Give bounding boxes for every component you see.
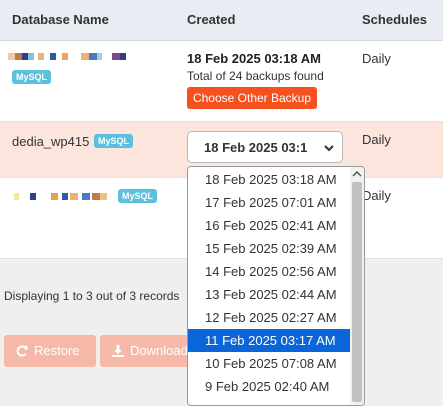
dropdown-option[interactable]: 13 Feb 2025 02:44 AM: [188, 283, 350, 306]
restore-button[interactable]: Restore: [4, 335, 96, 367]
scrollbar-thumb[interactable]: [352, 182, 362, 402]
schedule-value: Daily: [362, 51, 391, 66]
dropdown-option[interactable]: 14 Feb 2025 02:56 AM: [188, 260, 350, 283]
table-row: MySQL 18 Feb 2025 03:18 AM Total of 24 b…: [0, 41, 443, 122]
dropdown-option[interactable]: 17 Feb 2025 07:01 AM: [188, 191, 350, 214]
dropdown-option-highlighted[interactable]: 11 Feb 2025 03:17 AM: [188, 329, 350, 352]
schedule-value: Daily: [362, 188, 391, 203]
backup-dropdown-list[interactable]: 18 Feb 2025 03:18 AM 17 Feb 2025 07:01 A…: [187, 166, 365, 406]
dropdown-option[interactable]: 16 Feb 2025 02:41 AM: [188, 214, 350, 237]
mysql-badge: MySQL: [94, 134, 134, 148]
download-label: Download: [130, 343, 188, 358]
dropdown-option[interactable]: 12 Feb 2025 02:27 AM: [188, 306, 350, 329]
dropdown-option[interactable]: 15 Feb 2025 02:39 AM: [188, 237, 350, 260]
dropdown-option[interactable]: 9 Feb 2025 02:40 AM: [188, 375, 350, 398]
download-button[interactable]: Download: [100, 335, 200, 367]
table-header: Database Name Created Schedules: [0, 0, 443, 41]
backup-count: Total of 24 backups found: [187, 69, 324, 83]
column-header-created: Created: [187, 12, 236, 27]
dropdown-option[interactable]: 10 Feb 2025 07:08 AM: [188, 352, 350, 375]
refresh-icon: [16, 345, 28, 357]
choose-other-backup-button[interactable]: Choose Other Backup: [187, 87, 317, 109]
mysql-badge: MySQL: [12, 70, 52, 84]
records-summary: Displaying 1 to 3 out of 3 records: [4, 289, 180, 303]
dropdown-option[interactable]: 18 Feb 2025 03:18 AM: [188, 168, 350, 191]
backup-select-value: 18 Feb 2025 03:1: [204, 140, 308, 155]
db-name: dedia_wp415: [12, 134, 90, 149]
restore-label: Restore: [34, 343, 80, 358]
chevron-down-icon: [324, 145, 334, 152]
schedule-value: Daily: [362, 132, 391, 147]
backup-select[interactable]: 18 Feb 2025 03:1: [187, 131, 343, 163]
column-header-schedules: Schedules: [362, 12, 428, 27]
mysql-badge: MySQL: [118, 189, 158, 203]
download-icon: [112, 345, 124, 357]
created-date: 18 Feb 2025 03:18 AM: [187, 51, 321, 66]
scroll-up-arrow-icon[interactable]: [352, 170, 362, 178]
column-header-database-name: Database Name: [12, 12, 109, 27]
dropdown-scrollbar[interactable]: [350, 167, 364, 405]
